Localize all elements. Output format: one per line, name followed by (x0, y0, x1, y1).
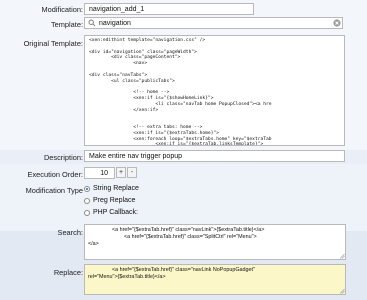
description-label: Description: (43, 153, 83, 162)
code-line: <xen:if is="{$extraTab.linksTemplate}"> (89, 142, 264, 146)
radio-icon[interactable] (84, 197, 90, 204)
increment-button[interactable]: + (116, 167, 126, 178)
modification-label: Modification: (41, 5, 84, 14)
replace-line: <a href="{$extraTab.href}" class="navLin… (88, 267, 255, 273)
decrement-button[interactable]: - (127, 167, 137, 178)
search-icon (88, 19, 96, 27)
radio-string-replace[interactable]: String Replace (84, 185, 139, 192)
template-value: navigation (99, 20, 131, 27)
search-line: <a href="{$extraTab.href}" class="SplitC… (88, 234, 257, 240)
replace-label: Replace: (53, 268, 83, 277)
execution-order-label: Execution Order: (27, 170, 83, 179)
description-input[interactable]: Make entire nav trigger popup (84, 150, 345, 162)
execution-order-input[interactable]: 10 (84, 167, 115, 179)
modification-type-label: Modification Type (25, 186, 83, 195)
radio-label-preg-replace: Preg Replace (93, 197, 136, 204)
radio-icon-checked[interactable] (84, 185, 90, 192)
template-label: Template: (50, 20, 83, 29)
search-line: </a> (88, 241, 99, 247)
original-template-label: Original Template: (23, 39, 83, 48)
radio-icon[interactable] (84, 209, 90, 216)
search-textarea[interactable]: <a href="{$extraTab.href}" class="navLin… (84, 224, 346, 260)
resize-handle-icon[interactable] (339, 253, 345, 259)
resize-handle-icon[interactable] (339, 288, 345, 294)
radio-preg-replace[interactable]: Preg Replace (84, 197, 135, 204)
radio-php-callback[interactable]: PHP Callback: (84, 209, 138, 216)
radio-label-string-replace: String Replace (93, 185, 139, 192)
replace-textarea[interactable]: <a href="{$extraTab.href}" class="navLin… (84, 264, 346, 295)
template-search-input[interactable]: navigation (84, 17, 343, 29)
search-label: Search: (57, 228, 83, 237)
original-template-code[interactable]: <xen:edithint template="navigation.css" … (84, 35, 345, 146)
radio-label-php-callback: PHP Callback: (93, 209, 139, 216)
modification-input[interactable]: navigation_add_1 (84, 3, 254, 15)
replace-line: rel="Menu">{$extraTab.title}</a> (88, 274, 166, 280)
clear-icon[interactable] (333, 19, 341, 27)
search-line: <a href="{$extraTab.href}" class="navLin… (88, 227, 265, 233)
